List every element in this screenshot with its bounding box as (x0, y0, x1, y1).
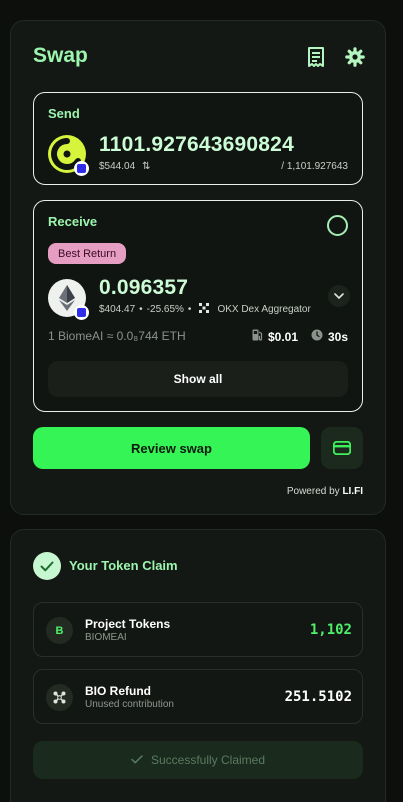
ethereum-token-icon (48, 279, 89, 320)
powered-by: Powered by LI.FI (287, 486, 363, 497)
claim-row-value: 251.5102 (284, 689, 352, 705)
swap-title: Swap (33, 44, 88, 67)
claim-row-sub: BIOMEAI (85, 632, 127, 643)
receive-label: Receive (48, 214, 98, 229)
clock-icon (311, 329, 323, 344)
receive-panel: Receive Best Return 0.096357 $404.47 • -… (33, 200, 363, 412)
gear-icon[interactable] (344, 46, 366, 68)
receipt-icon[interactable] (305, 46, 327, 68)
show-all-button[interactable]: Show all (48, 361, 348, 397)
gas-pump-icon (252, 329, 263, 344)
refund-icon (46, 684, 73, 711)
swap-switch-icon[interactable]: ⇅ (142, 161, 150, 172)
powered-by-prefix: Powered by (286, 486, 340, 497)
claim-title: Your Token Claim (69, 558, 178, 573)
project-token-icon: B (46, 617, 73, 644)
send-usd-value: $544.04 (99, 161, 136, 172)
claim-row-bio-refund: BIO Refund Unused contribution 251.5102 (33, 669, 363, 724)
wallet-icon[interactable] (321, 427, 363, 469)
claim-row-name: Project Tokens (85, 617, 171, 631)
receive-info-row: $404.47 • -25.65% • OKX Dex Aggregator (99, 303, 311, 316)
check-icon (131, 753, 143, 767)
best-return-badge: Best Return (48, 243, 127, 264)
claimed-label: Successfully Claimed (150, 753, 266, 767)
token-claim-card: Your Token Claim B Project Tokens BIOMEA… (10, 529, 386, 802)
refresh-timer-icon[interactable] (327, 215, 348, 236)
receive-usd-value: $404.47 (99, 304, 136, 315)
gas-fee-value: $0.01 (268, 329, 299, 344)
estimated-time: 30s (311, 329, 348, 344)
claim-row-value: 1,102 (309, 622, 352, 638)
price-change: -25.65% (146, 304, 184, 315)
review-swap-button[interactable]: Review swap (33, 427, 310, 469)
chevron-down-icon[interactable] (328, 285, 350, 307)
successfully-claimed-button: Successfully Claimed (33, 741, 363, 779)
chain-badge-icon (74, 161, 89, 176)
check-circle-icon (33, 552, 61, 580)
chain-badge-icon (74, 305, 89, 320)
gas-fee: $0.01 (252, 329, 298, 344)
send-panel: Send 1101.927643690824 $544.04 ⇅ / 1,101… (33, 92, 363, 185)
separator-dot: • (187, 304, 192, 315)
separator-dot: • (139, 304, 143, 315)
send-amount[interactable]: 1101.927643690824 (99, 133, 294, 157)
swap-card: Swap Send 1101.927643690824 $544.04 ⇅ / … (10, 20, 386, 515)
send-balance[interactable]: / 1,101.927643 (281, 161, 348, 172)
claim-row-sub: Unused contribution (85, 699, 174, 710)
send-label: Send (48, 106, 80, 121)
exchange-rate: 1 BiomeAI ≈ 0.0₈744 ETH (48, 329, 186, 343)
claim-row-project-tokens: B Project Tokens BIOMEAI 1,102 (33, 602, 363, 657)
receive-amount: 0.096357 (99, 276, 189, 299)
estimated-time-value: 30s (328, 329, 349, 344)
biomeai-token-icon[interactable] (48, 135, 89, 176)
okx-logo-icon (199, 303, 210, 316)
claim-row-name: BIO Refund (85, 684, 151, 698)
aggregator-name: OKX Dex Aggregator (217, 304, 311, 315)
lifi-brand[interactable]: LI.FI (342, 486, 363, 497)
send-usd-row: $544.04 ⇅ (99, 161, 151, 172)
